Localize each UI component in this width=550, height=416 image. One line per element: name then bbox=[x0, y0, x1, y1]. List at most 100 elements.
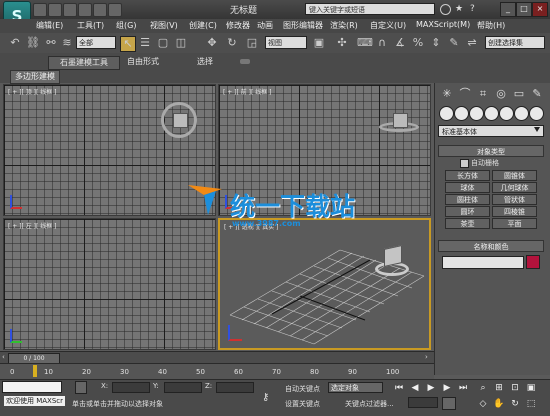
tab-graphite-modeling[interactable]: 石墨建模工具 bbox=[48, 56, 120, 70]
view-cube-icon[interactable] bbox=[173, 113, 188, 128]
maximize-viewport-icon[interactable]: ⬚ bbox=[524, 398, 538, 411]
select-object-icon[interactable]: ↖ bbox=[120, 36, 136, 52]
rotate-icon[interactable]: ↻ bbox=[225, 36, 239, 50]
welcome-text[interactable]: 欢迎使用 MAXScr bbox=[4, 396, 66, 406]
current-frame-marker[interactable] bbox=[33, 365, 37, 377]
slider-right-arrow-icon[interactable]: › bbox=[425, 353, 428, 361]
snaps-toggle-icon[interactable]: ∩ bbox=[375, 36, 389, 50]
open-file-icon[interactable] bbox=[48, 3, 62, 17]
selection-filter-dropdown[interactable]: 全部 bbox=[76, 36, 116, 49]
name-color-rollout-title[interactable]: 名称和颜色 bbox=[438, 240, 544, 252]
zoom-all-icon[interactable]: ⊞ bbox=[492, 382, 506, 395]
view-cube-icon[interactable] bbox=[384, 245, 402, 267]
field-of-view-icon[interactable]: ◇ bbox=[476, 398, 490, 411]
zoom-icon[interactable]: ⌕ bbox=[476, 382, 490, 395]
spinner-snap-icon[interactable]: ⇕ bbox=[429, 36, 443, 50]
selection-lock-icon[interactable] bbox=[75, 381, 87, 394]
menu-rendering[interactable]: 渲染(R) bbox=[330, 20, 358, 31]
autogrid-checkbox[interactable] bbox=[460, 159, 469, 168]
time-configuration-icon[interactable] bbox=[442, 397, 456, 410]
lights-icon[interactable] bbox=[469, 106, 484, 121]
menu-maxscript[interactable]: MAXScript(M) bbox=[416, 20, 470, 29]
orbit-icon[interactable]: ↻ bbox=[508, 398, 522, 411]
modify-panel-icon[interactable]: ⌒ bbox=[458, 87, 472, 101]
key-filters-button[interactable]: 关键点过滤器... bbox=[345, 399, 394, 409]
window-crossing-icon[interactable]: ◫ bbox=[174, 36, 188, 50]
cone-button[interactable]: 圆锥体 bbox=[492, 170, 537, 181]
tab-selection[interactable]: 选择 bbox=[185, 56, 225, 68]
move-icon[interactable]: ✥ bbox=[205, 36, 219, 50]
cylinder-button[interactable]: 圆柱体 bbox=[445, 194, 490, 205]
search-icon[interactable] bbox=[440, 4, 451, 15]
space-warps-icon[interactable] bbox=[514, 106, 529, 121]
project-folder-icon[interactable] bbox=[108, 3, 122, 17]
bind-space-warp-icon[interactable]: ≋ bbox=[60, 36, 74, 50]
select-manipulate-icon[interactable]: ✣ bbox=[335, 36, 349, 50]
minimize-button[interactable]: _ bbox=[500, 2, 516, 17]
go-to-end-icon[interactable]: ⏭ bbox=[456, 382, 470, 395]
zoom-extents-icon[interactable]: ⊡ bbox=[508, 382, 522, 395]
z-coordinate-field[interactable] bbox=[216, 382, 254, 393]
maximize-button[interactable]: □ bbox=[516, 2, 532, 17]
viewport-label[interactable]: [ + ][ 左 ][ 线框 ] bbox=[8, 221, 57, 230]
edit-named-selection-icon[interactable]: ✎ bbox=[447, 36, 461, 50]
menu-edit[interactable]: 编辑(E) bbox=[36, 20, 63, 31]
previous-frame-icon[interactable]: ◀ bbox=[408, 382, 422, 395]
undo-icon[interactable]: ↶ bbox=[8, 36, 22, 50]
scale-icon[interactable]: ◲ bbox=[245, 36, 259, 50]
helpers-icon[interactable] bbox=[499, 106, 514, 121]
menu-customize[interactable]: 自定义(U) bbox=[370, 20, 406, 31]
keyboard-shortcut-icon[interactable]: ⌨ bbox=[357, 36, 373, 50]
shapes-icon[interactable] bbox=[454, 106, 469, 121]
percent-snap-icon[interactable]: % bbox=[411, 36, 425, 50]
select-by-name-icon[interactable]: ☰ bbox=[138, 36, 152, 50]
viewport-label[interactable]: [ + ][ 前 ][ 线框 ] bbox=[223, 87, 272, 96]
display-panel-icon[interactable]: ▭ bbox=[512, 87, 526, 101]
torus-button[interactable]: 圆环 bbox=[445, 206, 490, 217]
close-button[interactable]: × bbox=[532, 2, 548, 17]
object-name-input[interactable] bbox=[442, 256, 524, 269]
tab-freeform[interactable]: 自由形式 bbox=[118, 56, 168, 68]
pyramid-button[interactable]: 四棱锥 bbox=[492, 206, 537, 217]
menu-create[interactable]: 创建(C) bbox=[189, 20, 217, 31]
y-coordinate-field[interactable] bbox=[164, 382, 202, 393]
key-icon[interactable]: ⚷ bbox=[262, 392, 269, 403]
key-mode-dropdown[interactable]: 选定对象 bbox=[328, 382, 383, 393]
geometry-category-dropdown[interactable]: 标准基本体 bbox=[438, 125, 544, 137]
motion-panel-icon[interactable]: ◎ bbox=[494, 87, 508, 101]
next-frame-icon[interactable]: ▶ bbox=[440, 382, 454, 395]
viewport-top[interactable]: [ + ][ 顶 ][ 线框 ] bbox=[3, 84, 216, 216]
ribbon-collapse-icon[interactable] bbox=[240, 59, 250, 64]
x-coordinate-field[interactable] bbox=[112, 382, 150, 393]
zoom-extents-all-icon[interactable]: ▣ bbox=[524, 382, 538, 395]
named-selection-set-dropdown[interactable]: 创建选择集 bbox=[485, 36, 545, 49]
angle-snap-icon[interactable]: ∡ bbox=[393, 36, 407, 50]
reference-coordinate-dropdown[interactable]: 视图 bbox=[265, 36, 307, 49]
sphere-button[interactable]: 球体 bbox=[445, 182, 490, 193]
unlink-icon[interactable]: ⚯ bbox=[44, 36, 58, 50]
track-bar[interactable] bbox=[0, 363, 434, 380]
object-type-rollout-title[interactable]: 对象类型 bbox=[438, 145, 544, 157]
new-file-icon[interactable] bbox=[33, 3, 47, 17]
auto-key-button[interactable]: 自动关键点 bbox=[285, 384, 320, 394]
viewport-perspective[interactable]: [ + ][ 透视 ][ 真实 ] bbox=[218, 218, 431, 350]
menu-tools[interactable]: 工具(T) bbox=[77, 20, 104, 31]
utilities-panel-icon[interactable]: ✎ bbox=[530, 87, 544, 101]
current-frame-field[interactable] bbox=[408, 397, 438, 408]
pan-view-icon[interactable]: ✋ bbox=[492, 398, 506, 411]
chevron-down-icon[interactable] bbox=[534, 127, 540, 132]
menu-graph-editors[interactable]: 图形编辑器 bbox=[283, 20, 323, 31]
slider-left-arrow-icon[interactable]: ‹ bbox=[2, 353, 5, 361]
rectangular-selection-icon[interactable]: ▢ bbox=[156, 36, 170, 50]
menu-modifiers[interactable]: 修改器 bbox=[226, 20, 250, 31]
play-icon[interactable]: ▶ bbox=[424, 382, 438, 395]
tube-button[interactable]: 管状体 bbox=[492, 194, 537, 205]
save-file-icon[interactable] bbox=[63, 3, 77, 17]
geometry-icon[interactable] bbox=[439, 106, 454, 121]
cameras-icon[interactable] bbox=[484, 106, 499, 121]
plane-button[interactable]: 平面 bbox=[492, 218, 537, 229]
create-panel-icon[interactable]: ✳ bbox=[440, 87, 454, 101]
menu-animation[interactable]: 动画 bbox=[257, 20, 273, 31]
geosphere-button[interactable]: 几何球体 bbox=[492, 182, 537, 193]
help-icon[interactable]: ? bbox=[470, 4, 475, 14]
